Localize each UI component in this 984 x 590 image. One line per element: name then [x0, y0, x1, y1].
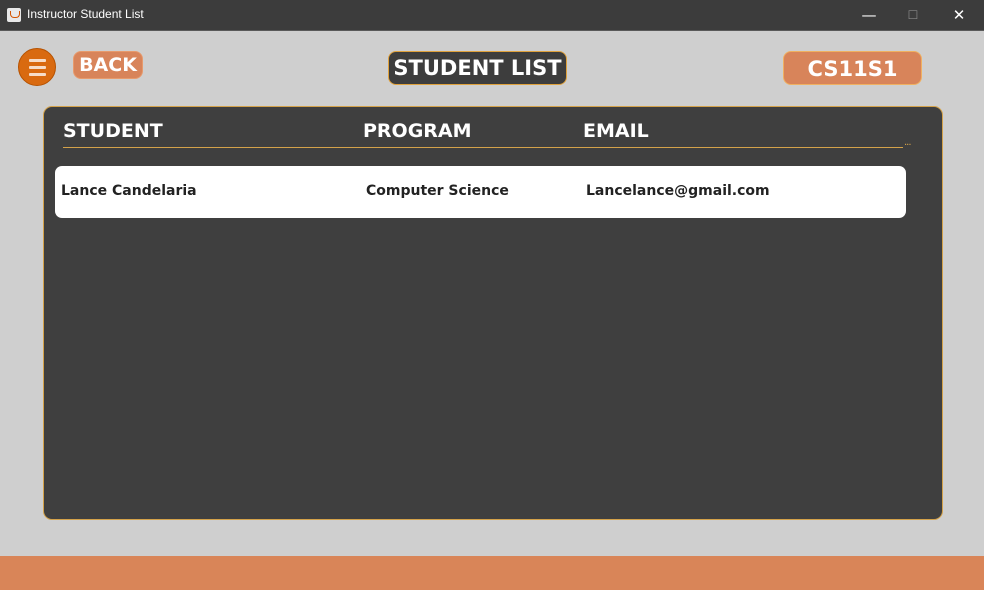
table-row[interactable]: Lance Candelaria Computer Science Lancel… — [55, 166, 906, 218]
student-name-cell: Lance Candelaria — [61, 183, 197, 199]
minimize-button[interactable]: — — [846, 0, 892, 30]
java-app-icon — [7, 8, 21, 22]
section-code-badge[interactable]: CS11S1 — [783, 51, 922, 85]
page-title: STUDENT LIST — [388, 51, 567, 85]
column-header-student: STUDENT — [63, 120, 163, 142]
hamburger-menu-icon[interactable] — [18, 48, 56, 86]
student-list-panel: STUDENT PROGRAM EMAIL ... Lance Candelar… — [43, 106, 943, 520]
email-cell: Lancelance@gmail.com — [586, 183, 770, 199]
footer-bar — [0, 556, 984, 590]
column-header-email: EMAIL — [583, 120, 649, 142]
maximize-button[interactable]: ☐ — [890, 0, 936, 30]
header-divider — [63, 147, 903, 148]
app-window: Instructor Student List — ☐ ✕ BACK STUDE… — [0, 0, 984, 590]
title-bar: Instructor Student List — ☐ ✕ — [0, 0, 984, 31]
menu-bar-line — [29, 73, 46, 76]
column-header-program: PROGRAM — [363, 120, 472, 142]
window-title: Instructor Student List — [27, 7, 144, 21]
overflow-indicator: ... — [904, 137, 911, 148]
menu-bar-line — [29, 66, 46, 69]
close-button[interactable]: ✕ — [936, 0, 982, 30]
menu-bar-line — [29, 59, 46, 62]
program-cell: Computer Science — [366, 183, 509, 199]
back-button[interactable]: BACK — [73, 51, 143, 79]
